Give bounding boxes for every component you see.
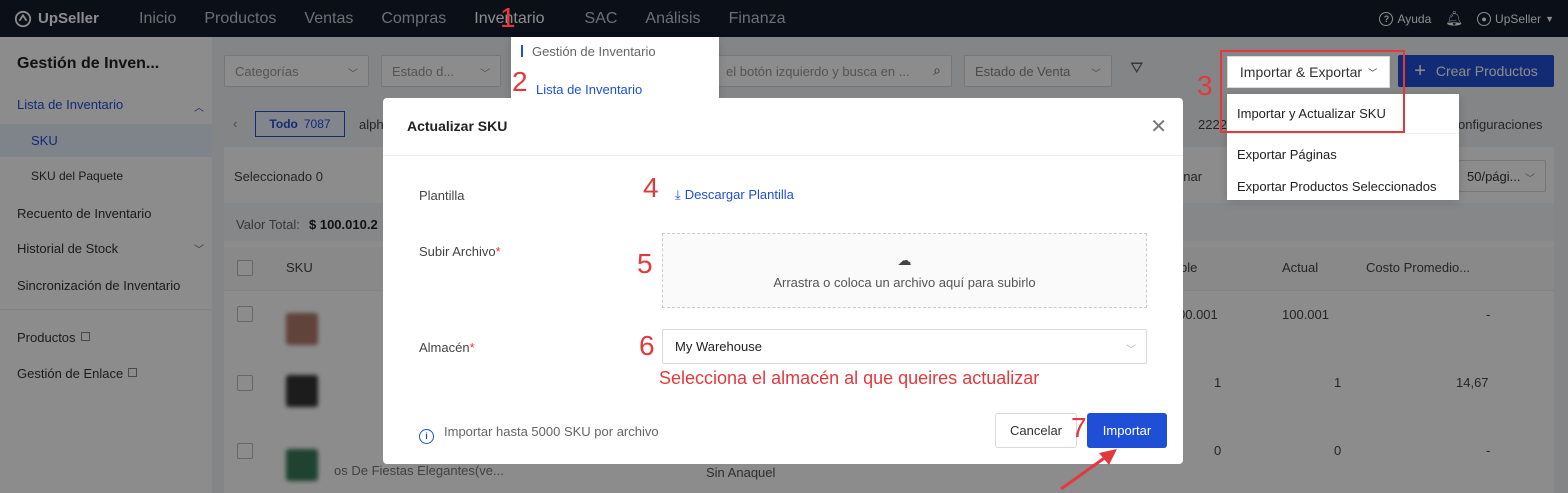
menu-divider: [1227, 133, 1459, 134]
modal-title: Actualizar SKU: [407, 118, 508, 134]
subir-archivo-label: Subir Archivo*: [419, 244, 501, 259]
menu-item-lista[interactable]: Lista de Inventario: [511, 82, 719, 97]
select-value: My Warehouse: [675, 339, 762, 354]
download-template-link[interactable]: ⤓ Descargar Plantilla: [675, 187, 794, 203]
actualizar-sku-modal: Actualizar SKU ✕ Plantilla ⤓ Descargar Pl…: [383, 98, 1183, 464]
upload-dropzone[interactable]: ☁ Arrastra o coloca un archivo aquí para…: [662, 233, 1147, 308]
menu-marker: [521, 45, 523, 57]
step-3-marker: 3: [1197, 70, 1213, 101]
step-1-marker: 1: [500, 2, 516, 33]
step-7-marker: 7: [1071, 412, 1087, 443]
chevron-down-icon: ﹀: [1126, 345, 1136, 356]
required-mark: *: [495, 244, 501, 259]
cancel-button[interactable]: Cancelar: [995, 413, 1077, 448]
upload-hint: Arrastra o coloca un archivo aquí para s…: [773, 274, 1036, 290]
plantilla-label: Plantilla: [419, 188, 465, 203]
highlight-box: [1220, 50, 1405, 133]
step-5-marker: 5: [637, 248, 653, 279]
info-icon: i: [419, 428, 434, 444]
annotation-note: Selecciona el almacén al que queires act…: [659, 368, 1040, 388]
arrow-icon: [1060, 449, 1117, 491]
info-text: Importar hasta 5000 SKU por archivo: [444, 424, 659, 439]
menu-item-gestion[interactable]: Gestión de Inventario: [511, 44, 719, 59]
menu-item-exportar-seleccionados[interactable]: Exportar Productos Seleccionados: [1227, 179, 1459, 194]
menu-item-label: Gestión de Inventario: [532, 44, 656, 59]
step-6-marker: 6: [639, 330, 655, 361]
modal-divider: [383, 155, 1183, 156]
step-2-marker: 2: [512, 66, 528, 97]
close-icon[interactable]: ✕: [1150, 114, 1167, 139]
almacen-label: Almacén*: [419, 340, 475, 355]
download-icon: ⤓: [675, 187, 681, 202]
import-limit-info: i Importar hasta 5000 SKU por archivo: [419, 424, 659, 444]
almacen-select[interactable]: My Warehouse ﹀: [662, 329, 1147, 364]
field-label: Almacén: [419, 340, 470, 355]
inventario-dropdown: Gestión de Inventario Lista de Inventari…: [511, 37, 719, 100]
required-mark: *: [469, 340, 475, 355]
field-label: Subir Archivo: [419, 244, 496, 259]
import-button[interactable]: Importar: [1087, 413, 1167, 448]
step-4-marker: 4: [643, 172, 659, 203]
download-label: Descargar Plantilla: [684, 187, 794, 202]
cloud-upload-icon: ☁: [897, 251, 912, 268]
menu-item-exportar-paginas[interactable]: Exportar Páginas: [1227, 147, 1459, 162]
